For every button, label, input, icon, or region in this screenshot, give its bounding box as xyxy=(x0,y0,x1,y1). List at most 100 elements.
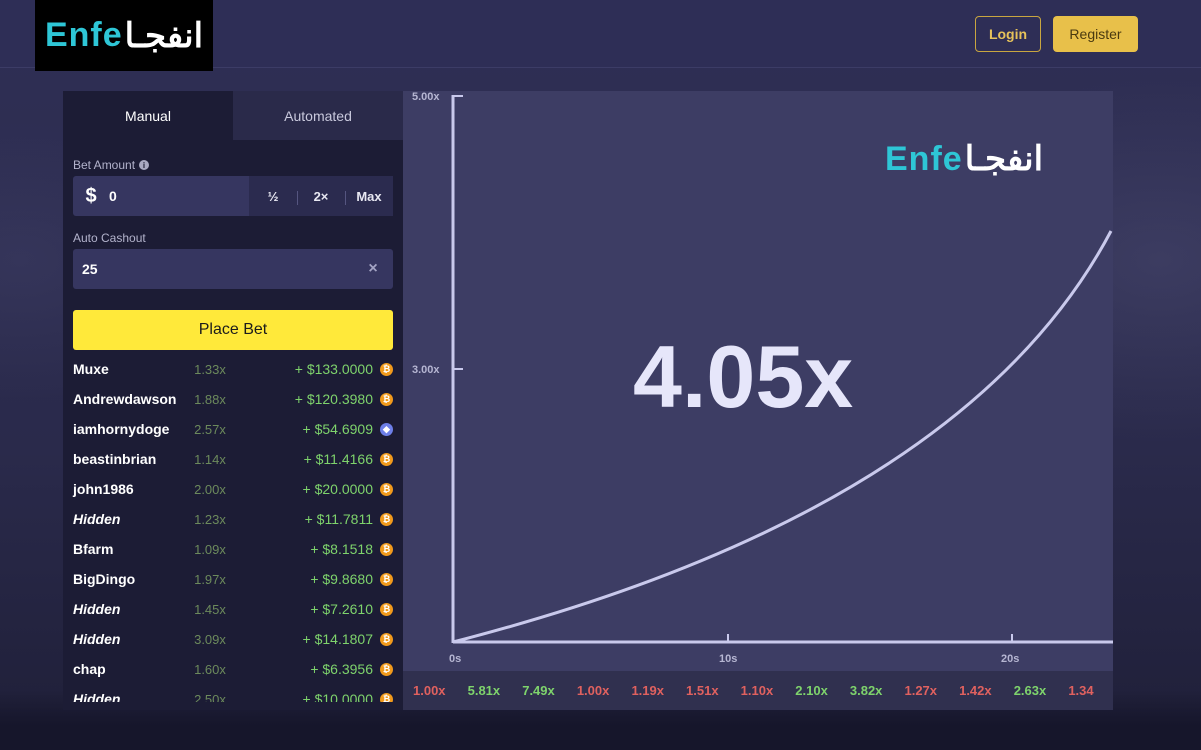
max-bet-button[interactable]: Max xyxy=(345,189,393,205)
ethereum-coin-icon: ◆ xyxy=(380,422,393,436)
dollar-icon: $ xyxy=(85,184,97,207)
player-name: beastinbrian xyxy=(73,451,157,467)
crash-history-bar: 1.00x 5.81x 7.49x 1.00x 1.19x 1.51x 1.10x 2.10x… xyxy=(403,671,1113,710)
x-tick-label: 10s xyxy=(719,653,738,665)
player-name: Hidden xyxy=(73,601,121,617)
player-winnings: + $14.1807 xyxy=(302,631,373,647)
bitcoin-coin-icon: ₿ xyxy=(380,392,393,406)
player-winnings: + $133.0000 xyxy=(294,361,373,377)
player-cashout-multiplier: 1.14x xyxy=(194,451,226,467)
player-winnings: + $11.7811 xyxy=(304,511,373,527)
player-cashout-multiplier: 2.50x xyxy=(194,691,226,703)
history-multiplier[interactable]: 1.27x xyxy=(904,683,949,698)
bet-panel: Manual Automated Bet Amount i $ 0 ½ 2× M… xyxy=(63,91,403,710)
player-winnings: + $7.2610 xyxy=(310,601,373,617)
game-logo: Enfeانفجـا xyxy=(885,139,1043,179)
login-button[interactable]: Login xyxy=(975,16,1041,52)
player-cashout-multiplier: 1.33x xyxy=(194,361,226,377)
history-multiplier[interactable]: 3.82x xyxy=(850,683,895,698)
y-tick-label: 5.00x xyxy=(412,91,440,103)
logo-arabic-text: انفجـا xyxy=(124,16,204,55)
bet-amount-label-row: Bet Amount i xyxy=(73,158,150,172)
tab-automated[interactable]: Automated xyxy=(233,91,403,140)
history-multiplier[interactable]: 1.19x xyxy=(631,683,676,698)
history-multiplier[interactable]: 1.51x xyxy=(686,683,731,698)
player-cashout-multiplier: 2.57x xyxy=(194,421,226,437)
player-name: Hidden xyxy=(73,511,121,527)
history-multiplier[interactable]: 2.10x xyxy=(795,683,840,698)
game-logo-latin-text: Enfe xyxy=(885,140,963,178)
bitcoin-coin-icon: ₿ xyxy=(380,452,393,466)
history-multiplier[interactable]: 2.63x xyxy=(1014,683,1059,698)
player-row: Hidden 1.23x + $11.7811 ₿ xyxy=(63,504,403,534)
crash-game-area: 5.00x 3.00x 0s 10s 20s Enfeانفجـا 4.05x … xyxy=(403,91,1113,710)
bet-amount-label: Bet Amount xyxy=(73,158,136,172)
top-navigation-bar: Enfe انفجـا Login Register xyxy=(0,0,1201,71)
multiplier-curve xyxy=(452,230,1113,644)
bitcoin-coin-icon: ₿ xyxy=(380,602,393,616)
bitcoin-coin-icon: ₿ xyxy=(380,542,393,556)
half-bet-button[interactable]: ½ xyxy=(249,189,297,204)
player-cashout-multiplier: 1.45x xyxy=(194,601,226,617)
clear-icon[interactable]: × xyxy=(353,260,393,278)
player-cashout-multiplier: 2.00x xyxy=(194,481,226,497)
player-cashout-multiplier: 1.23x xyxy=(194,511,226,527)
bitcoin-coin-icon: ₿ xyxy=(380,632,393,646)
bet-amount-input[interactable]: 0 xyxy=(109,188,249,204)
player-winnings: + $8.1518 xyxy=(310,541,373,557)
info-icon[interactable]: i xyxy=(139,160,150,170)
history-multiplier[interactable]: 1.42x xyxy=(959,683,1004,698)
player-row: Andrewdawson 1.88x + $120.3980 ₿ xyxy=(63,384,403,414)
history-multiplier[interactable]: 1.00x xyxy=(413,683,458,698)
player-name: iamhornydoge xyxy=(73,421,170,437)
bitcoin-coin-icon: ₿ xyxy=(380,512,393,526)
player-name: Hidden xyxy=(73,691,121,702)
player-cashout-multiplier: 1.97x xyxy=(194,571,226,587)
player-winnings: + $6.3956 xyxy=(310,661,373,677)
site-logo[interactable]: Enfe انفجـا xyxy=(35,0,213,71)
history-multiplier[interactable]: 5.81x xyxy=(468,683,513,698)
player-winnings: + $120.3980 xyxy=(294,391,373,407)
tab-manual[interactable]: Manual xyxy=(63,91,233,140)
player-row: john1986 2.00x + $20.0000 ₿ xyxy=(63,474,403,504)
x-tick-label: 20s xyxy=(1001,653,1020,665)
x-tick-label: 0s xyxy=(449,653,462,665)
player-cashout-multiplier: 1.60x xyxy=(194,661,226,677)
player-name: Muxe xyxy=(73,361,109,377)
player-row: iamhornydoge 2.57x + $54.6909 ◆ xyxy=(63,414,403,444)
player-cashout-multiplier: 3.09x xyxy=(194,631,226,647)
bitcoin-coin-icon: ₿ xyxy=(380,662,393,676)
player-cashout-multiplier: 1.88x xyxy=(194,391,226,407)
player-row: Hidden 1.45x + $7.2610 ₿ xyxy=(63,594,403,624)
player-name: Hidden xyxy=(73,631,121,647)
bitcoin-coin-icon: ₿ xyxy=(380,572,393,586)
player-row: Muxe 1.33x + $133.0000 ₿ xyxy=(63,354,403,384)
player-row: Hidden 2.50x + $10.0000 ₿ xyxy=(63,684,403,702)
player-winnings: + $54.6909 xyxy=(302,421,373,437)
player-list: Muxe 1.33x + $133.0000 ₿ Andrewdawson 1.88x + … xyxy=(63,354,403,702)
auto-cashout-input[interactable]: 25 xyxy=(73,261,353,277)
logo-latin-text: Enfe xyxy=(44,16,123,54)
history-multiplier[interactable]: 1.10x xyxy=(741,683,786,698)
history-multiplier[interactable]: 1.00x xyxy=(577,683,622,698)
player-name: Andrewdawson xyxy=(73,391,177,407)
auto-cashout-field[interactable]: 25 × xyxy=(73,249,393,289)
history-multiplier[interactable]: 1.34 xyxy=(1068,683,1113,698)
player-row: BigDingo 1.97x + $9.8680 ₿ xyxy=(63,564,403,594)
place-bet-button[interactable]: Place Bet xyxy=(73,310,393,350)
player-name: BigDingo xyxy=(73,571,136,587)
player-row: beastinbrian 1.14x + $11.4166 ₿ xyxy=(63,444,403,474)
register-button[interactable]: Register xyxy=(1053,16,1138,52)
current-multiplier: 4.05x xyxy=(633,327,854,426)
player-row: Hidden 3.09x + $14.1807 ₿ xyxy=(63,624,403,654)
history-multiplier[interactable]: 7.49x xyxy=(522,683,567,698)
bitcoin-coin-icon: ₿ xyxy=(380,482,393,496)
double-bet-button[interactable]: 2× xyxy=(297,189,345,205)
player-name: john1986 xyxy=(73,481,134,497)
player-winnings: + $11.4166 xyxy=(303,451,373,467)
player-name: chap xyxy=(73,661,106,677)
bet-amount-field[interactable]: $ 0 ½ 2× Max xyxy=(73,176,393,216)
game-logo-arabic-text: انفجـا xyxy=(964,140,1044,178)
player-winnings: + $20.0000 xyxy=(302,481,373,497)
auto-cashout-label: Auto Cashout xyxy=(73,231,146,245)
